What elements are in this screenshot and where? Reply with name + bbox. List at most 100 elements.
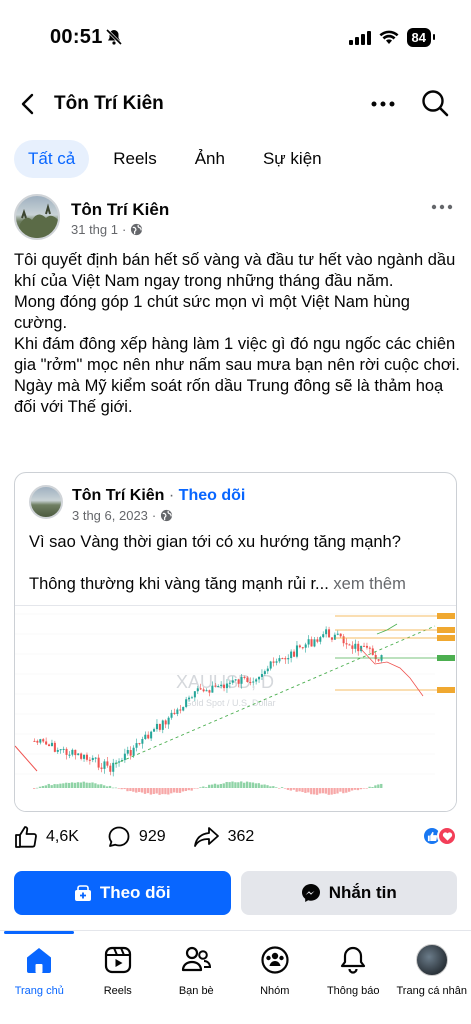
candle-body — [336, 633, 339, 635]
message-button[interactable]: Nhắn tin — [240, 871, 457, 915]
candle-body — [295, 645, 298, 657]
shared-follow-link[interactable]: Theo dõi — [179, 487, 246, 504]
macd-bar — [111, 787, 115, 789]
nav-friends[interactable]: Bạn bè — [157, 931, 236, 1024]
shared-author-avatar[interactable] — [29, 485, 63, 519]
macd-bar — [251, 782, 255, 788]
filter-tabs: Tất cả Reels Ảnh Sự kiện — [14, 140, 336, 178]
candle-body — [88, 759, 91, 761]
share-action[interactable]: 362 — [193, 825, 254, 849]
meta-dot: · — [122, 222, 127, 237]
candle-body — [71, 749, 74, 755]
candle-body — [220, 684, 223, 687]
candle-body — [80, 753, 83, 759]
like-action[interactable]: 4,6K — [14, 825, 79, 849]
candle-body — [77, 753, 80, 756]
back-arrow-icon[interactable] — [16, 92, 40, 121]
macd-bar — [219, 783, 222, 788]
candle-body — [240, 676, 243, 684]
candle-body — [214, 685, 217, 687]
tab-reels[interactable]: Reels — [99, 140, 170, 178]
status-bar: 00:51 84 — [0, 0, 471, 70]
candle-body — [123, 753, 126, 761]
macd-bar — [149, 788, 152, 795]
nav-profile[interactable]: Trang cá nhân — [393, 931, 471, 1024]
chart-image[interactable]: XAUUSD, D Gold Spot / U.S. Dollar — [15, 605, 456, 811]
macd-bar — [103, 785, 106, 788]
more-options-icon[interactable] — [370, 92, 396, 121]
shared-date[interactable]: 3 thg 6, 2023 — [72, 508, 148, 523]
candle-body — [339, 633, 342, 637]
macd-bar — [41, 785, 45, 788]
macd-bar — [275, 787, 278, 788]
post-more-icon[interactable] — [431, 198, 453, 216]
macd-bar — [216, 784, 220, 788]
author-avatar[interactable] — [14, 194, 60, 240]
post-author-name[interactable]: Tôn Trí Kiên — [71, 200, 169, 220]
candle-body — [234, 679, 237, 681]
post-date[interactable]: 31 thg 1 — [71, 222, 118, 237]
macd-bar — [371, 787, 374, 788]
macd-bar — [164, 788, 167, 795]
profile-actions: Theo dõi Nhắn tin — [14, 871, 457, 915]
macd-bar — [193, 788, 196, 789]
macd-bar — [324, 788, 327, 794]
macd-bar — [348, 788, 351, 792]
macd-bar — [123, 788, 126, 790]
candle-body — [74, 749, 77, 756]
macd-bar — [175, 788, 179, 793]
nav-notifications[interactable]: Thông báo — [314, 931, 393, 1024]
shared-post-card[interactable]: Tôn Trí Kiên · Theo dõi 3 thg 6, 2023 · … — [14, 472, 457, 812]
macd-bar — [307, 788, 310, 793]
see-more-link[interactable]: xem thêm — [333, 575, 405, 593]
macd-bar — [94, 783, 97, 788]
comment-action[interactable]: 929 — [107, 825, 166, 849]
bell-icon — [341, 946, 366, 974]
macd-bar — [70, 782, 74, 788]
candle-body — [176, 709, 179, 715]
candle-body — [68, 754, 71, 756]
tab-all[interactable]: Tất cả — [14, 140, 90, 178]
candle-body — [36, 740, 39, 743]
macd-bar — [126, 788, 129, 792]
macd-bar — [79, 782, 82, 788]
macd-bar — [286, 788, 290, 790]
search-icon[interactable] — [420, 88, 450, 123]
candle-body — [100, 767, 103, 769]
shared-author-name[interactable]: Tôn Trí Kiên — [72, 487, 164, 504]
macd-bar — [44, 785, 47, 788]
candle-body — [202, 689, 205, 692]
tab-events[interactable]: Sự kiện — [249, 140, 336, 178]
candle-body — [185, 699, 188, 707]
macd-bar — [202, 786, 205, 788]
bell-off-icon — [105, 28, 123, 51]
candle-body — [301, 647, 304, 649]
profile-icon — [415, 944, 448, 976]
nav-reels[interactable]: Reels — [79, 931, 158, 1024]
nav-profile-label: Trang cá nhân — [396, 985, 468, 997]
active-tab-indicator — [4, 931, 74, 934]
macd-bar — [190, 788, 193, 791]
signal-icon — [348, 30, 371, 45]
candle-body — [173, 712, 176, 715]
nav-groups[interactable]: Nhóm — [236, 931, 315, 1024]
nav-home[interactable]: Trang chủ — [0, 931, 79, 1024]
macd-bar — [65, 782, 68, 788]
reaction-summary[interactable] — [422, 826, 457, 846]
candle-body — [112, 762, 115, 772]
candle-body — [211, 685, 214, 693]
macd-bar — [301, 788, 304, 793]
macd-bar — [336, 788, 339, 794]
follow-button[interactable]: Theo dõi — [14, 871, 231, 915]
tab-photos[interactable]: Ảnh — [181, 140, 239, 178]
candle-body — [45, 741, 48, 745]
macd-bar — [292, 788, 295, 790]
macd-bar — [105, 786, 109, 788]
macd-bar — [100, 784, 103, 788]
macd-bar — [210, 784, 214, 788]
candle-body — [290, 651, 293, 659]
macd-bar — [313, 788, 316, 795]
candle-body — [255, 679, 258, 682]
nav-groups-label: Nhóm — [260, 985, 290, 997]
macd-bar — [243, 782, 246, 788]
